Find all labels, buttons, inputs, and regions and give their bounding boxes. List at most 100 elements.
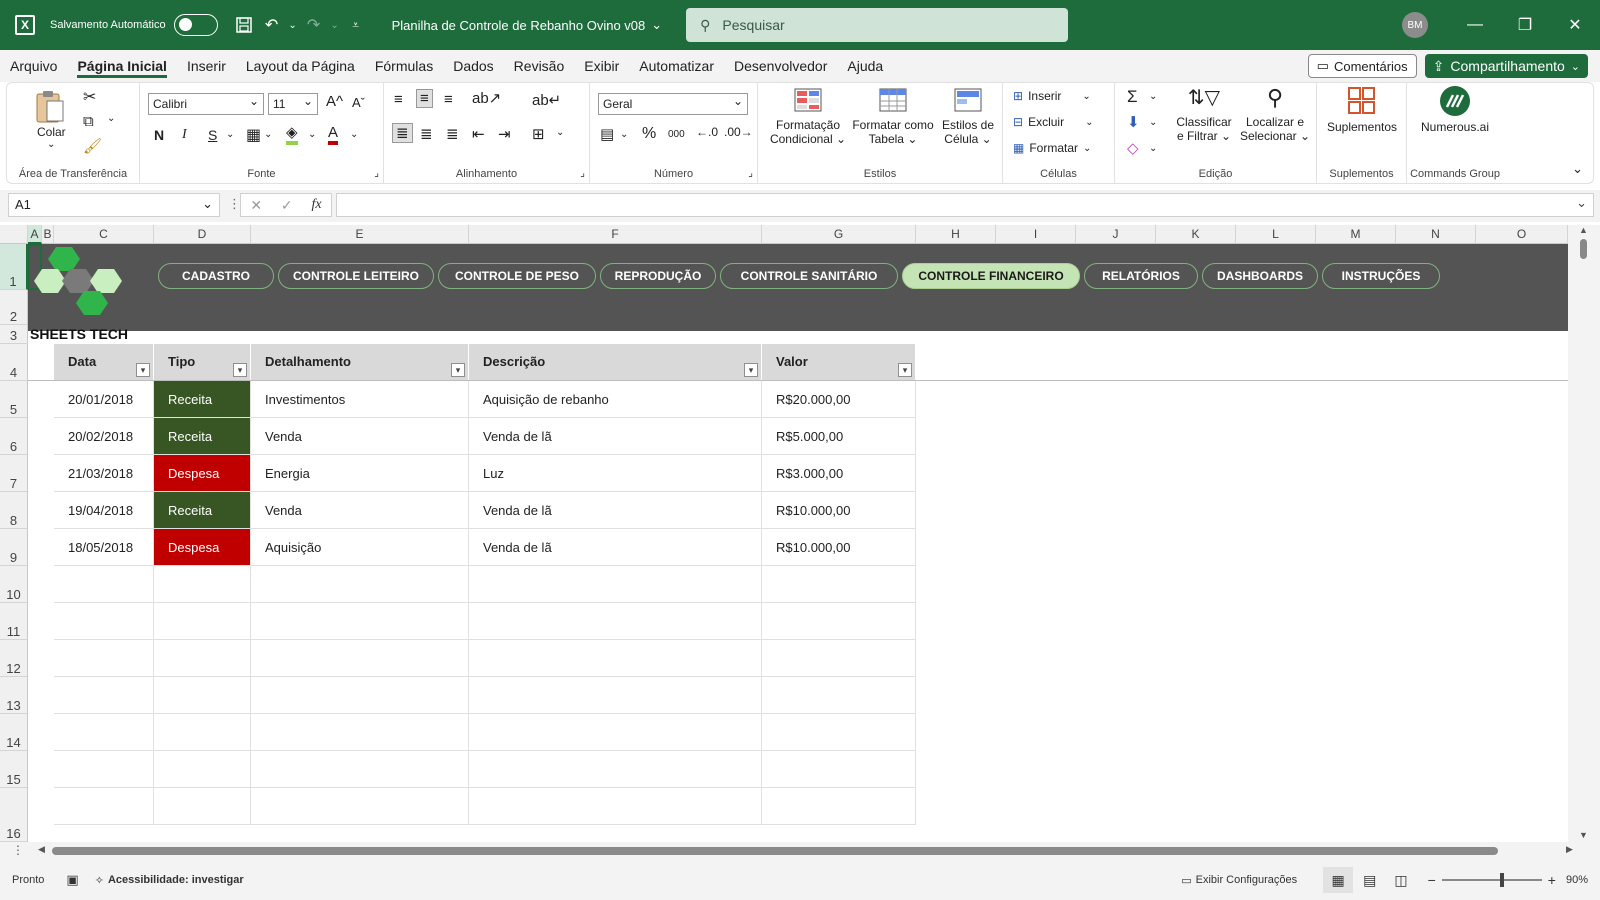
row-header-15[interactable]: 15: [0, 751, 28, 788]
cell-descricao[interactable]: Venda de lã: [469, 529, 762, 566]
cell-valor[interactable]: R$5.000,00: [762, 418, 916, 455]
column-header-i[interactable]: I: [996, 225, 1076, 244]
cell-detalhamento[interactable]: Investimentos: [251, 381, 469, 418]
find-select-button[interactable]: ⚲ Localizar e Selecionar ⌄: [1239, 85, 1311, 143]
save-icon[interactable]: [230, 11, 258, 39]
cell-data[interactable]: 18/05/2018: [54, 529, 154, 566]
empty-cell[interactable]: [469, 640, 762, 677]
row-header-3[interactable]: 3: [0, 325, 28, 344]
cell-tipo[interactable]: Receita: [154, 418, 251, 455]
empty-cell[interactable]: [54, 640, 154, 677]
more-sheets-icon[interactable]: ⋮: [12, 843, 24, 857]
column-header-g[interactable]: G: [762, 225, 916, 244]
row-header-11[interactable]: 11: [0, 603, 28, 640]
menu-ajuda[interactable]: Ajuda: [837, 50, 893, 82]
empty-cell[interactable]: [469, 677, 762, 714]
row-header-13[interactable]: 13: [0, 677, 28, 714]
thousands-separator-button[interactable]: 000: [668, 129, 685, 140]
nav-relatorios[interactable]: RELATÓRIOS: [1084, 263, 1198, 289]
zoom-out-icon[interactable]: −: [1428, 872, 1436, 888]
align-center-icon[interactable]: ≣: [420, 125, 433, 143]
menu-arquivo[interactable]: Arquivo: [0, 50, 67, 82]
merge-center-icon[interactable]: ⊞: [532, 125, 545, 143]
paste-button[interactable]: Colar: [37, 125, 66, 139]
empty-cell[interactable]: [251, 603, 469, 640]
row-header-2[interactable]: 2: [0, 290, 28, 325]
filter-dropdown-icon[interactable]: ▾: [898, 363, 912, 377]
nav-controle-leiteiro[interactable]: CONTROLE LEITEIRO: [278, 263, 434, 289]
empty-cell[interactable]: [154, 788, 251, 825]
increase-decimal-icon[interactable]: ←.0: [696, 125, 718, 139]
chevron-down-icon[interactable]: ⌄: [620, 129, 628, 140]
expand-formula-icon[interactable]: ⌄: [1576, 195, 1587, 211]
empty-cell[interactable]: [251, 751, 469, 788]
empty-cell[interactable]: [762, 751, 916, 788]
column-header-l[interactable]: L: [1236, 225, 1316, 244]
column-header-e[interactable]: E: [251, 225, 469, 244]
cell-tipo[interactable]: Despesa: [154, 529, 251, 566]
cell-data[interactable]: 19/04/2018: [54, 492, 154, 529]
fill-color-icon[interactable]: ◈: [286, 125, 298, 145]
row-header-1[interactable]: 1: [0, 244, 28, 290]
empty-cell[interactable]: [251, 566, 469, 603]
cell-data[interactable]: 20/01/2018: [54, 381, 154, 418]
fill-icon[interactable]: ⬇: [1127, 113, 1140, 131]
cell-valor[interactable]: R$10.000,00: [762, 529, 916, 566]
cell-valor[interactable]: R$3.000,00: [762, 455, 916, 492]
increase-indent-icon[interactable]: ⇥: [498, 125, 511, 143]
empty-cell[interactable]: [54, 566, 154, 603]
menu-automatizar[interactable]: Automatizar: [629, 50, 724, 82]
align-top-icon[interactable]: ≡: [394, 91, 403, 108]
column-header-c[interactable]: C: [54, 225, 154, 244]
chevron-down-icon[interactable]: ⌄: [350, 129, 358, 140]
empty-cell[interactable]: [54, 677, 154, 714]
document-title[interactable]: Planilha de Controle de Rebanho Ovino v0…: [392, 17, 663, 33]
autosum-icon[interactable]: Σ: [1127, 87, 1138, 107]
macro-record-icon[interactable]: ▣: [66, 872, 78, 888]
empty-cell[interactable]: [251, 714, 469, 751]
menu-desenvolvedor[interactable]: Desenvolvedor: [724, 50, 837, 82]
cell-detalhamento[interactable]: Energia: [251, 455, 469, 492]
zoom-level[interactable]: 90%: [1566, 874, 1588, 886]
column-header-j[interactable]: J: [1076, 225, 1156, 244]
sort-filter-button[interactable]: ⇅▽ Classificar e Filtrar ⌄: [1171, 85, 1237, 143]
cell-descricao[interactable]: Venda de lã: [469, 492, 762, 529]
avatar[interactable]: BM: [1402, 12, 1428, 38]
collapse-ribbon-icon[interactable]: ⌄: [1572, 161, 1583, 177]
empty-cell[interactable]: [762, 788, 916, 825]
share-button[interactable]: ⇪ Compartilhamento ⌄: [1424, 54, 1588, 78]
empty-cell[interactable]: [469, 603, 762, 640]
column-header-a[interactable]: A: [28, 225, 42, 244]
numerous-ai-button[interactable]: Numerous.ai: [1411, 85, 1499, 134]
cell-descricao[interactable]: Venda de lã: [469, 418, 762, 455]
menu-pagina-inicial[interactable]: Página Inicial: [67, 50, 176, 82]
clear-icon[interactable]: ◇: [1127, 139, 1139, 157]
nav-reproducao[interactable]: REPRODUÇÃO: [600, 263, 716, 289]
chevron-down-icon[interactable]: ⌄: [1149, 117, 1157, 128]
dialog-launcher-icon[interactable]: ⌟: [580, 168, 585, 179]
redo-dropdown-icon[interactable]: ⌄: [328, 11, 342, 39]
column-header-h[interactable]: H: [916, 225, 996, 244]
decrease-decimal-icon[interactable]: .00→: [724, 125, 753, 139]
menu-inserir[interactable]: Inserir: [177, 50, 236, 82]
empty-cell[interactable]: [54, 788, 154, 825]
column-header-d[interactable]: D: [154, 225, 251, 244]
align-bottom-icon[interactable]: ≡: [444, 91, 453, 108]
align-middle-icon[interactable]: ≡: [416, 89, 433, 108]
empty-cell[interactable]: [251, 640, 469, 677]
empty-cell[interactable]: [54, 714, 154, 751]
empty-cell[interactable]: [469, 751, 762, 788]
empty-cell[interactable]: [54, 751, 154, 788]
accounting-format-icon[interactable]: ▤: [600, 125, 614, 143]
horizontal-scrollbar[interactable]: ⋮ ◀ ▶: [0, 842, 1600, 860]
row-header-4[interactable]: 4: [0, 344, 28, 381]
row-header-5[interactable]: 5: [0, 381, 28, 418]
scroll-up-icon[interactable]: ▲: [1579, 225, 1588, 235]
empty-cell[interactable]: [251, 788, 469, 825]
scroll-down-icon[interactable]: ▼: [1579, 830, 1588, 840]
empty-cell[interactable]: [154, 603, 251, 640]
conditional-formatting-button[interactable]: Formatação Condicional ⌄: [768, 85, 848, 146]
grow-font-icon[interactable]: A^: [326, 93, 343, 110]
cell-styles-button[interactable]: Estilos de Célula ⌄: [938, 85, 998, 146]
nav-controle-sanitario[interactable]: CONTROLE SANITÁRIO: [720, 263, 898, 289]
